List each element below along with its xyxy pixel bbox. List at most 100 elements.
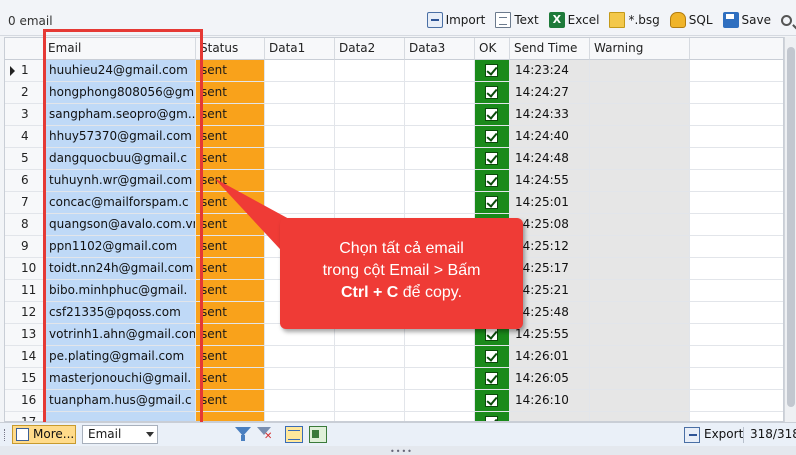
scrollbar-thumb[interactable]: [787, 47, 795, 407]
warning-cell[interactable]: [590, 346, 690, 368]
column-header-ok[interactable]: OK: [475, 38, 510, 60]
send-time-cell[interactable]: [510, 412, 590, 421]
table-row[interactable]: 3 sangpham.seopro@gm... sent 14:24:33: [5, 104, 783, 126]
table-row[interactable]: 5 dangquocbuu@gmail.c sent 14:24:48: [5, 148, 783, 170]
ok-cell[interactable]: [475, 60, 510, 82]
data-cell[interactable]: [335, 346, 405, 368]
data-cell[interactable]: [405, 346, 475, 368]
filter-icon[interactable]: [234, 426, 252, 443]
row-index[interactable]: 8: [5, 214, 44, 236]
send-time-cell[interactable]: 14:26:05: [510, 368, 590, 390]
status-cell[interactable]: sent: [196, 236, 265, 258]
data-cell[interactable]: [405, 60, 475, 82]
search-button[interactable]: [781, 11, 792, 29]
email-cell[interactable]: tuanpham.hus@gmail.c: [44, 390, 196, 412]
data-cell[interactable]: [265, 368, 335, 390]
data-cell[interactable]: [405, 82, 475, 104]
column-header-data3[interactable]: Data3: [405, 38, 475, 60]
clear-filter-icon[interactable]: [256, 426, 274, 443]
row-index[interactable]: 16: [5, 390, 44, 412]
ok-cell[interactable]: [475, 170, 510, 192]
ok-cell[interactable]: [475, 82, 510, 104]
email-cell[interactable]: pe.plating@gmail.com: [44, 346, 196, 368]
status-cell[interactable]: sent: [196, 126, 265, 148]
row-index[interactable]: 15: [5, 368, 44, 390]
warning-cell[interactable]: [590, 302, 690, 324]
warning-cell[interactable]: [590, 324, 690, 346]
email-cell[interactable]: csf21335@pqoss.com: [44, 302, 196, 324]
status-cell[interactable]: sent: [196, 302, 265, 324]
warning-cell[interactable]: [590, 170, 690, 192]
text-button[interactable]: Text: [495, 11, 539, 29]
warning-cell[interactable]: [590, 60, 690, 82]
status-cell[interactable]: sent: [196, 192, 265, 214]
warning-cell[interactable]: [590, 104, 690, 126]
email-cell[interactable]: [44, 412, 196, 421]
status-cell[interactable]: sent: [196, 390, 265, 412]
status-cell[interactable]: sent: [196, 258, 265, 280]
table-row[interactable]: 6 tuhuynh.wr@gmail.com sent 14:24:55: [5, 170, 783, 192]
warning-cell[interactable]: [590, 280, 690, 302]
send-time-cell[interactable]: 14:25:01: [510, 192, 590, 214]
send-time-cell[interactable]: 14:26:01: [510, 346, 590, 368]
warning-cell[interactable]: [590, 214, 690, 236]
data-cell[interactable]: [405, 104, 475, 126]
data-cell[interactable]: [335, 170, 405, 192]
warning-cell[interactable]: [590, 192, 690, 214]
sql-button[interactable]: SQL: [669, 11, 713, 29]
email-cell[interactable]: tuhuynh.wr@gmail.com: [44, 170, 196, 192]
grid-view-icon[interactable]: [285, 426, 303, 443]
ok-checkbox[interactable]: [485, 350, 498, 363]
export-button[interactable]: Export: [684, 426, 743, 443]
ok-checkbox[interactable]: [485, 108, 498, 121]
data-cell[interactable]: [335, 192, 405, 214]
column-header-warning[interactable]: Warning: [590, 38, 690, 60]
data-cell[interactable]: [335, 368, 405, 390]
data-cell[interactable]: [265, 126, 335, 148]
send-time-cell[interactable]: 14:24:40: [510, 126, 590, 148]
data-cell[interactable]: [405, 192, 475, 214]
warning-cell[interactable]: [590, 390, 690, 412]
table-row[interactable]: 2 hongphong808056@gm... sent 14:24:27: [5, 82, 783, 104]
table-row[interactable]: 17: [5, 412, 783, 421]
row-index[interactable]: 14: [5, 346, 44, 368]
ok-cell[interactable]: [475, 368, 510, 390]
email-cell[interactable]: dangquocbuu@gmail.c: [44, 148, 196, 170]
send-time-cell[interactable]: 14:24:33: [510, 104, 590, 126]
email-cell[interactable]: hongphong808056@gm...: [44, 82, 196, 104]
status-cell[interactable]: sent: [196, 324, 265, 346]
column-header-data2[interactable]: Data2: [335, 38, 405, 60]
data-cell[interactable]: [265, 148, 335, 170]
data-cell[interactable]: [265, 82, 335, 104]
ok-cell[interactable]: [475, 412, 510, 421]
splitter-handle[interactable]: ••••: [0, 446, 796, 455]
vertical-scrollbar[interactable]: [784, 37, 796, 422]
row-header-corner[interactable]: [5, 38, 44, 60]
data-cell[interactable]: [405, 148, 475, 170]
excel-button[interactable]: Excel: [548, 11, 599, 29]
ok-cell[interactable]: [475, 346, 510, 368]
data-cell[interactable]: [265, 104, 335, 126]
ok-checkbox[interactable]: [485, 394, 498, 407]
data-cell[interactable]: [265, 192, 335, 214]
status-cell[interactable]: [196, 412, 265, 421]
row-index[interactable]: 4: [5, 126, 44, 148]
email-cell[interactable]: ppn1102@gmail.com: [44, 236, 196, 258]
email-cell[interactable]: votrinh1.ahn@gmail.com: [44, 324, 196, 346]
more-button[interactable]: More...: [12, 425, 76, 444]
status-cell[interactable]: sent: [196, 60, 265, 82]
row-index[interactable]: 6: [5, 170, 44, 192]
ok-cell[interactable]: [475, 126, 510, 148]
data-cell[interactable]: [335, 148, 405, 170]
data-cell[interactable]: [405, 390, 475, 412]
data-cell[interactable]: [265, 412, 335, 421]
ok-cell[interactable]: [475, 390, 510, 412]
warning-cell[interactable]: [590, 236, 690, 258]
save-button[interactable]: Save: [722, 11, 771, 29]
data-cell[interactable]: [265, 170, 335, 192]
ok-checkbox[interactable]: [485, 130, 498, 143]
row-index[interactable]: 11: [5, 280, 44, 302]
data-cell[interactable]: [405, 170, 475, 192]
data-cell[interactable]: [265, 346, 335, 368]
table-row[interactable]: 15 masterjonouchi@gmail. sent 14:26:05: [5, 368, 783, 390]
